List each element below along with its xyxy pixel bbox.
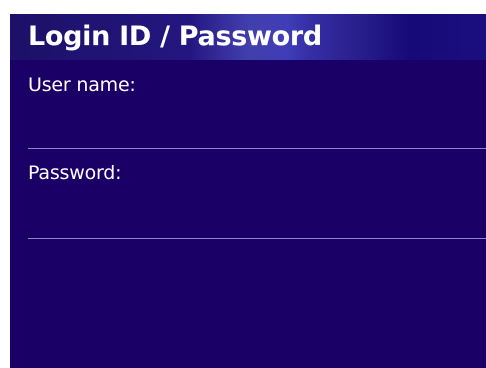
login-screen: Login ID / Password User name: Password: xyxy=(10,14,486,368)
username-field[interactable] xyxy=(28,110,486,149)
title-bar: Login ID / Password xyxy=(10,14,486,60)
username-label: User name: xyxy=(28,74,136,96)
password-field[interactable] xyxy=(28,200,486,239)
password-label: Password: xyxy=(28,162,122,184)
page-title: Login ID / Password xyxy=(28,21,322,52)
